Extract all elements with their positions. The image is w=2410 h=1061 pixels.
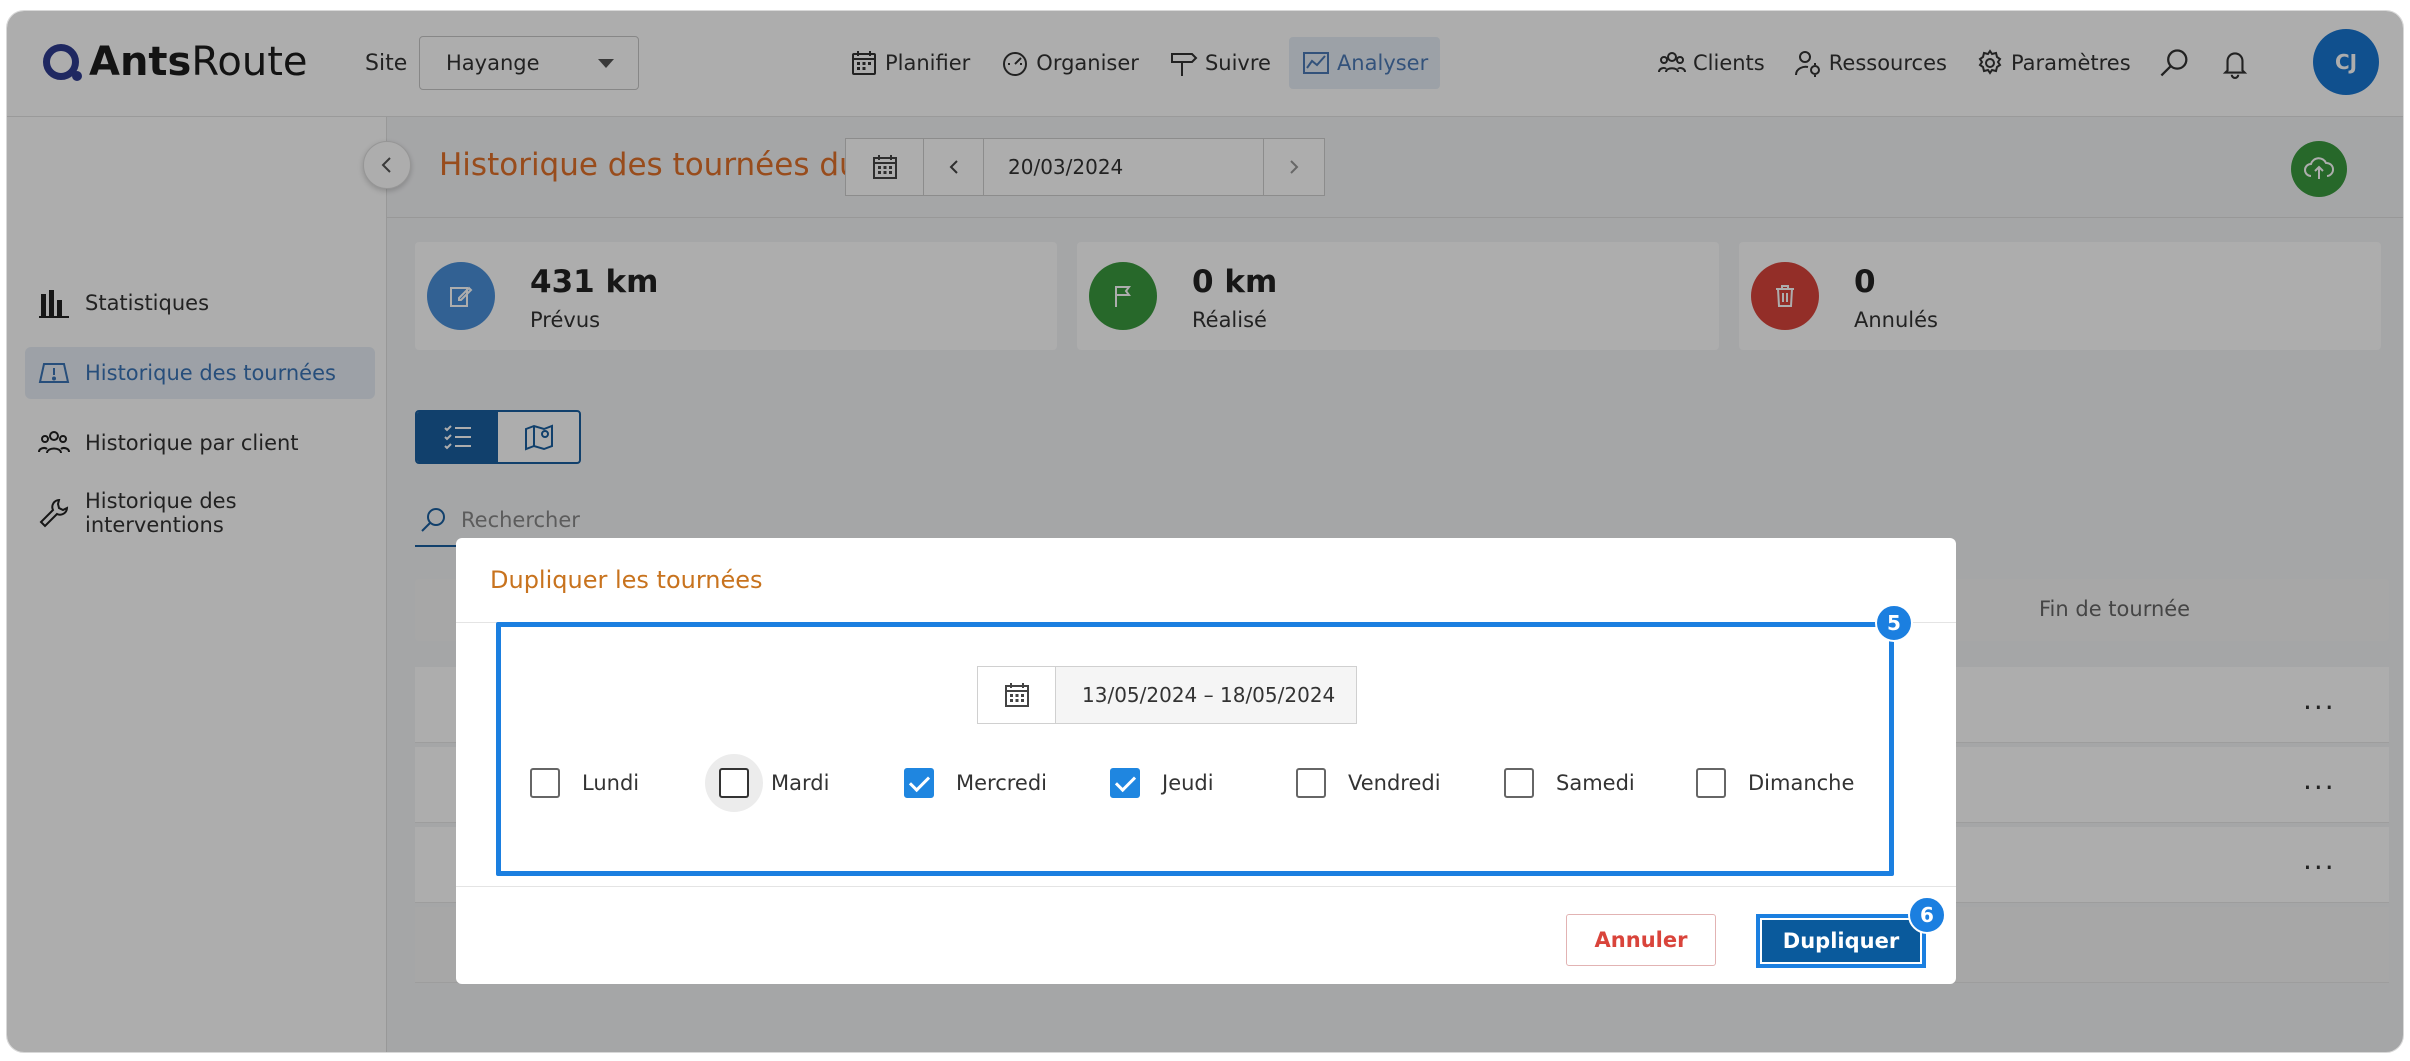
modal-title: Dupliquer les tournées xyxy=(490,566,763,594)
step-highlight-5 xyxy=(496,622,1894,876)
day-label: Mercredi xyxy=(956,771,1048,795)
day-label: Mardi xyxy=(771,771,830,795)
day-jeudi[interactable]: Jeudi xyxy=(1110,768,1214,798)
checkbox-mardi[interactable] xyxy=(719,768,749,798)
modal-footer-divider xyxy=(456,886,1956,887)
calendar-button[interactable] xyxy=(978,667,1056,723)
day-mercredi[interactable]: Mercredi xyxy=(904,768,1047,798)
checkbox-vendredi[interactable] xyxy=(1296,768,1326,798)
step-badge: 6 xyxy=(1908,896,1946,934)
checkbox-dimanche[interactable] xyxy=(1696,768,1726,798)
checkbox-lundi[interactable] xyxy=(530,768,560,798)
step-highlight-6: Dupliquer xyxy=(1756,914,1926,968)
day-samedi[interactable]: Samedi xyxy=(1504,768,1635,798)
checkbox-jeudi[interactable] xyxy=(1110,768,1140,798)
checkbox-mercredi[interactable] xyxy=(904,768,934,798)
duplicate-modal: Dupliquer les tournées 5 13/05/2024 – 18… xyxy=(456,538,1956,984)
day-dimanche[interactable]: Dimanche xyxy=(1696,768,1854,798)
calendar-icon xyxy=(1004,683,1029,707)
day-label: Jeudi xyxy=(1162,771,1214,795)
day-label: Lundi xyxy=(582,771,640,795)
day-vendredi[interactable]: Vendredi xyxy=(1296,768,1441,798)
app-window: Ants Route Site Hayange Planifier Organis… xyxy=(6,10,2404,1053)
duplicate-button[interactable]: Dupliquer xyxy=(1762,920,1920,962)
step-badge: 5 xyxy=(1875,604,1913,642)
day-label: Dimanche xyxy=(1748,771,1855,795)
day-label: Vendredi xyxy=(1348,771,1441,795)
day-mardi[interactable]: Mardi xyxy=(719,768,829,798)
checkbox-samedi[interactable] xyxy=(1504,768,1534,798)
date-range-value[interactable]: 13/05/2024 – 18/05/2024 xyxy=(1056,667,1356,723)
day-label: Samedi xyxy=(1556,771,1635,795)
date-range-picker[interactable]: 13/05/2024 – 18/05/2024 xyxy=(977,666,1357,724)
day-lundi[interactable]: Lundi xyxy=(530,768,639,798)
cancel-button[interactable]: Annuler xyxy=(1566,914,1716,966)
